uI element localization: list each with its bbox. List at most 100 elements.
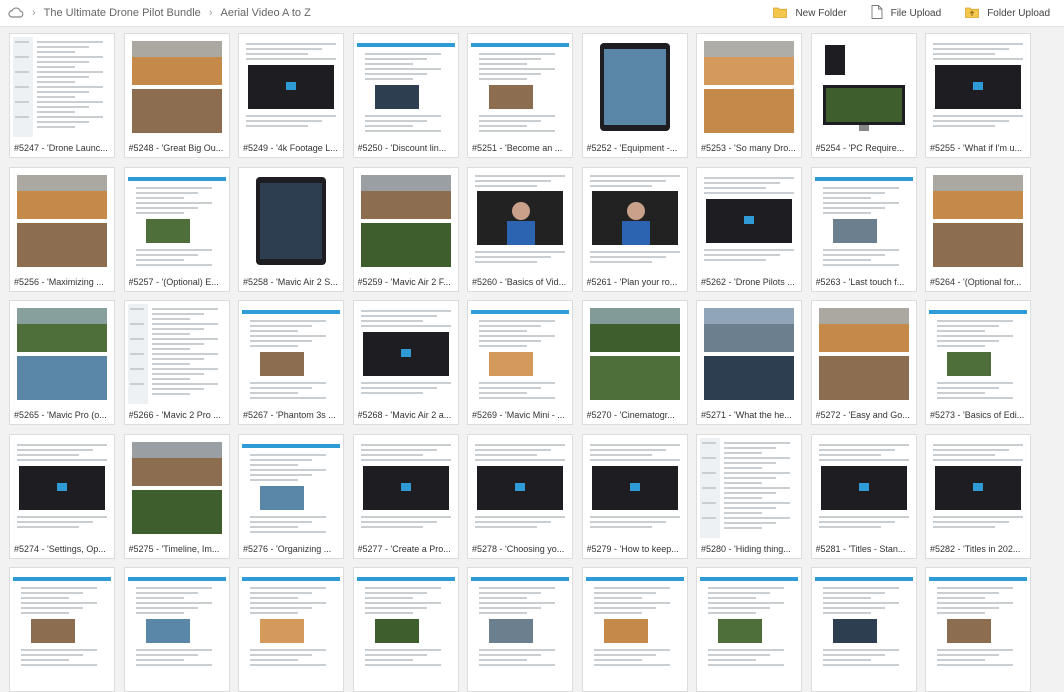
file-thumbnail <box>127 304 226 404</box>
file-thumbnail <box>242 304 340 404</box>
file-tile[interactable] <box>467 567 573 692</box>
file-tile[interactable]: #5267 - 'Phantom 3s ... <box>238 300 344 425</box>
file-tile[interactable]: #5264 - '(Optional for... <box>925 166 1031 292</box>
file-tile[interactable] <box>238 567 344 692</box>
file-tile[interactable] <box>925 567 1031 692</box>
file-name: #5249 - '4k Footage L... <box>243 143 338 153</box>
file-name: #5254 - 'PC Require... <box>815 143 905 153</box>
file-thumbnail <box>585 37 684 137</box>
file-tile[interactable]: #5281 - 'Titles - Stan... <box>810 433 917 559</box>
file-thumbnail <box>929 437 1027 538</box>
file-tile[interactable]: #5278 - 'Choosing yo... <box>467 433 573 559</box>
file-tile[interactable]: #5279 - 'How to keep... <box>581 433 688 559</box>
file-name: #5258 - 'Mavic Air 2 S... <box>243 276 338 287</box>
folder-upload-label: Folder Upload <box>987 7 1050 19</box>
file-tile[interactable]: #5280 - 'Hiding thing... <box>696 433 802 559</box>
file-tile[interactable]: #5272 - 'Easy and Go... <box>810 300 917 425</box>
file-tile[interactable]: #5271 - 'What the he... <box>696 300 802 425</box>
cloud-icon[interactable] <box>8 6 24 21</box>
file-tile[interactable] <box>123 567 230 692</box>
file-tile[interactable]: #5248 - 'Great Big Ou... <box>123 33 230 158</box>
file-tile[interactable] <box>696 567 802 692</box>
file-name: #5272 - 'Easy and Go... <box>815 410 910 420</box>
breadcrumb-item-bundle[interactable]: The Ultimate Drone Pilot Bundle <box>44 7 201 19</box>
new-folder-label: New Folder <box>795 7 847 19</box>
file-tile[interactable]: #5257 - '(Optional) E... <box>123 166 230 292</box>
file-thumbnail <box>356 37 455 137</box>
file-tile[interactable]: #5256 - 'Maximizing ... <box>9 166 115 292</box>
file-name: #5268 - 'Mavic Air 2 a... <box>357 410 452 420</box>
file-tile[interactable]: #5273 - 'Basics of Edi... <box>925 300 1031 425</box>
file-name: #5275 - 'Timeline, Im... <box>128 543 220 554</box>
file-name: #5256 - 'Maximizing ... <box>14 276 104 287</box>
file-name: #5248 - 'Great Big Ou... <box>128 143 224 153</box>
file-thumbnail <box>356 437 455 538</box>
file-tile[interactable]: #5266 - 'Mavic 2 Pro ... <box>123 300 230 425</box>
file-name: #5264 - '(Optional for... <box>930 276 1022 287</box>
file-thumbnail <box>127 437 226 538</box>
folder-upload-button[interactable]: Folder Upload <box>965 6 1050 21</box>
file-upload-label: File Upload <box>890 7 942 19</box>
file-name: #5280 - 'Hiding thing... <box>701 543 791 554</box>
chevron-right-icon: › <box>208 7 213 19</box>
file-name: #5261 - 'Plan your ro... <box>586 276 678 287</box>
file-tile[interactable]: #5260 - 'Basics of Vid... <box>467 166 573 292</box>
file-name: #5255 - 'What if I'm u... <box>930 143 1022 153</box>
breadcrumb: › The Ultimate Drone Pilot Bundle › Aeri… <box>8 0 311 26</box>
file-name: #5279 - 'How to keep... <box>586 543 679 554</box>
file-name: #5247 - 'Drone Launc... <box>14 143 108 153</box>
file-name: #5271 - 'What the he... <box>701 410 792 420</box>
new-folder-button[interactable]: New Folder <box>773 6 847 21</box>
file-tile[interactable]: #5277 - 'Create a Pro... <box>352 433 459 559</box>
file-thumbnail <box>356 170 455 271</box>
file-tile[interactable]: #5251 - 'Become an ... <box>467 33 573 158</box>
file-tile[interactable]: #5270 - 'Cinematogr... <box>581 300 688 425</box>
file-thumbnail <box>13 304 111 404</box>
file-tile[interactable]: #5282 - 'Titles in 202... <box>925 433 1031 559</box>
file-tile[interactable] <box>810 567 917 692</box>
file-tile[interactable]: #5254 - 'PC Require... <box>810 33 917 158</box>
file-tile[interactable]: #5250 - 'Discount lin... <box>352 33 459 158</box>
file-thumbnail <box>929 37 1027 137</box>
file-name: #5262 - 'Drone Pilots ... <box>701 276 795 287</box>
file-tile[interactable]: #5276 - 'Organizing ... <box>238 433 344 559</box>
file-upload-button[interactable]: File Upload <box>871 4 942 22</box>
file-name: #5260 - 'Basics of Vid... <box>472 276 567 287</box>
file-thumbnail <box>13 170 111 271</box>
file-name: #5259 - 'Mavic Air 2 F... <box>357 276 451 287</box>
file-tile[interactable]: #5274 - 'Settings, Op... <box>9 433 115 559</box>
file-thumbnail <box>471 437 569 538</box>
file-thumbnail <box>127 37 226 137</box>
file-thumbnail <box>700 37 798 137</box>
file-thumbnail <box>814 37 913 137</box>
file-tile[interactable]: #5253 - 'So many Dro... <box>696 33 802 158</box>
file-thumbnail <box>356 304 455 404</box>
file-tile[interactable]: #5258 - 'Mavic Air 2 S... <box>238 166 344 292</box>
file-tile[interactable]: #5252 - 'Equipment -... <box>581 33 688 158</box>
file-tile[interactable]: #5261 - 'Plan your ro... <box>581 166 688 292</box>
file-tile[interactable]: #5255 - 'What if I'm u... <box>925 33 1031 158</box>
file-tile[interactable] <box>581 567 688 692</box>
file-tile[interactable]: #5268 - 'Mavic Air 2 a... <box>352 300 459 425</box>
file-thumbnail <box>13 437 111 538</box>
file-tile[interactable]: #5249 - '4k Footage L... <box>238 33 344 158</box>
file-name: #5277 - 'Create a Pro... <box>357 543 451 554</box>
file-thumbnail <box>585 304 684 404</box>
file-tile[interactable]: #5265 - 'Mavic Pro (o... <box>9 300 115 425</box>
file-name: #5250 - 'Discount lin... <box>357 143 447 153</box>
file-tile[interactable]: #5259 - 'Mavic Air 2 F... <box>352 166 459 292</box>
file-thumbnail <box>13 37 111 137</box>
file-name: #5253 - 'So many Dro... <box>701 143 796 153</box>
file-tile[interactable]: #5247 - 'Drone Launc... <box>9 33 115 158</box>
file-tile[interactable] <box>9 567 115 692</box>
file-tile[interactable]: #5275 - 'Timeline, Im... <box>123 433 230 559</box>
breadcrumb-item-current[interactable]: Aerial Video A to Z <box>220 7 310 19</box>
file-name: #5273 - 'Basics of Edi... <box>930 410 1025 420</box>
file-thumbnail <box>700 304 798 404</box>
file-tile[interactable] <box>352 567 459 692</box>
file-name: #5276 - 'Organizing ... <box>243 543 332 554</box>
file-thumbnail <box>585 170 684 271</box>
file-tile[interactable]: #5269 - 'Mavic Mini - ... <box>467 300 573 425</box>
file-tile[interactable]: #5262 - 'Drone Pilots ... <box>696 166 802 292</box>
file-tile[interactable]: #5263 - 'Last touch f... <box>810 166 917 292</box>
